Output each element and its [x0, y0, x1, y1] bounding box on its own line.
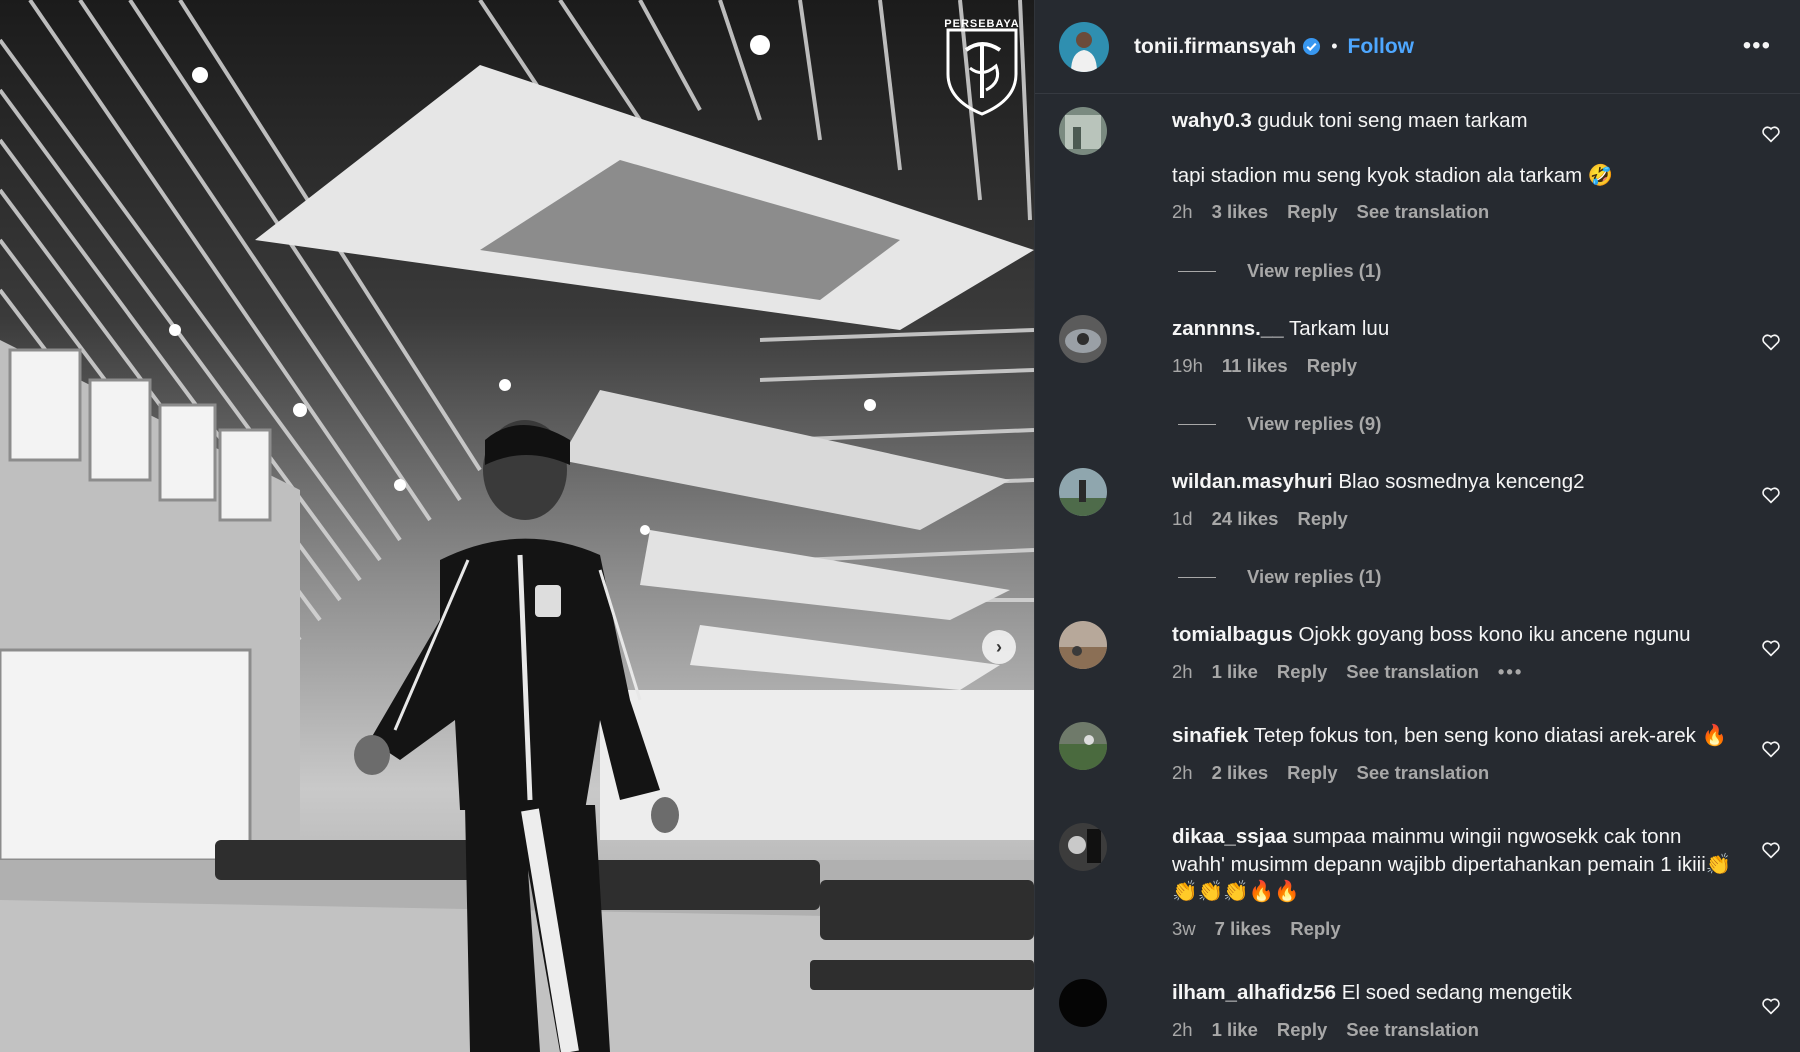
comment-list: wahy0.3 guduk toni seng maen tarkam tapi…: [1035, 94, 1800, 1052]
comment-username[interactable]: ilham_alhafidz56: [1172, 981, 1336, 1004]
comment-likes[interactable]: 1 like: [1212, 658, 1258, 686]
comment-body: sinafiek Tetep fokus ton, ben seng kono …: [1172, 722, 1732, 786]
post-photo: PERSEBAYA ›: [0, 0, 1034, 1052]
comment-text: guduk toni seng maen tarkam: [1257, 109, 1528, 132]
see-translation-button[interactable]: See translation: [1346, 658, 1479, 686]
comment-time[interactable]: 19h: [1172, 352, 1203, 380]
view-replies-label: View replies (9): [1247, 413, 1382, 434]
view-replies-button[interactable]: View replies (1): [1178, 260, 1381, 282]
comment-username[interactable]: tomialbagus: [1172, 623, 1293, 646]
comment-text: Tarkam luu: [1288, 317, 1390, 340]
comment-text: El soed sedang mengetik: [1341, 981, 1572, 1004]
replies-divider: [1178, 576, 1216, 578]
replies-divider: [1178, 423, 1216, 425]
comment-username[interactable]: wildan.masyhuri: [1172, 470, 1333, 493]
more-options-icon[interactable]: •••: [1743, 32, 1771, 60]
comment-username[interactable]: dikaa_ssjaa: [1172, 825, 1287, 848]
heart-icon[interactable]: [1761, 740, 1781, 758]
reply-button[interactable]: Reply: [1307, 352, 1357, 380]
comment-text: Ojokk goyang boss kono iku ancene ngunu: [1298, 623, 1691, 646]
verified-badge-icon: [1303, 37, 1321, 56]
comment-avatar[interactable]: [1059, 315, 1107, 363]
comment-time[interactable]: 2h: [1172, 658, 1193, 686]
comment-username[interactable]: wahy0.3: [1172, 109, 1252, 132]
see-translation-button[interactable]: See translation: [1357, 198, 1490, 226]
heart-icon[interactable]: [1761, 997, 1781, 1015]
post-viewer: PERSEBAYA › tonii.firmansyah • Follow ••…: [0, 0, 1800, 1052]
comments-panel: tonii.firmansyah • Follow ••• wahy0.3 gu…: [1034, 0, 1800, 1052]
comment-avatar[interactable]: [1059, 468, 1107, 516]
comment-meta: 2h 1 like Reply See translation: [1172, 1016, 1732, 1044]
heart-icon[interactable]: [1761, 639, 1781, 657]
comment-avatar[interactable]: [1059, 107, 1107, 155]
comment-text-continued: tapi stadion mu seng kyok stadion ala ta…: [1172, 163, 1614, 187]
comment-text: Tetep fokus ton, ben seng kono diatasi a…: [1253, 724, 1728, 747]
comment-meta: 2h 3 likes Reply See translation: [1172, 198, 1732, 226]
heart-icon[interactable]: [1761, 333, 1781, 351]
comment-body: wildan.masyhuri Blao sosmednya kenceng2 …: [1172, 468, 1732, 532]
reply-button[interactable]: Reply: [1277, 658, 1327, 686]
heart-icon[interactable]: [1761, 841, 1781, 859]
comment-meta: 2h 1 like Reply See translation •••: [1172, 658, 1732, 686]
comment-avatar[interactable]: [1059, 823, 1107, 871]
comment-options-icon[interactable]: •••: [1498, 658, 1523, 686]
comment-likes[interactable]: 2 likes: [1212, 759, 1269, 787]
reply-button[interactable]: Reply: [1277, 1016, 1327, 1044]
view-replies-button[interactable]: View replies (9): [1178, 413, 1381, 435]
view-replies-label: View replies (1): [1247, 260, 1382, 281]
replies-divider: [1178, 270, 1216, 272]
comment-body: tomialbagus Ojokk goyang boss kono iku a…: [1172, 621, 1732, 685]
comment-avatar[interactable]: [1059, 722, 1107, 770]
comment-time[interactable]: 2h: [1172, 759, 1193, 787]
reply-button[interactable]: Reply: [1287, 759, 1337, 787]
see-translation-button[interactable]: See translation: [1357, 759, 1490, 787]
crest-shield-icon: [946, 28, 1018, 116]
chevron-right-icon: ›: [996, 636, 1002, 657]
comment-body: zannnns.__ Tarkam luu 19h 11 likes Reply: [1172, 315, 1732, 379]
comment-time[interactable]: 3w: [1172, 915, 1196, 943]
view-replies-label: View replies (1): [1247, 566, 1382, 587]
comment-body: ilham_alhafidz56 El soed sedang mengetik…: [1172, 979, 1732, 1043]
comment-meta: 19h 11 likes Reply: [1172, 352, 1732, 380]
follow-button[interactable]: Follow: [1348, 35, 1415, 59]
comment-avatar[interactable]: [1059, 621, 1107, 669]
comment-time[interactable]: 2h: [1172, 1016, 1193, 1044]
comment-likes[interactable]: 11 likes: [1222, 352, 1288, 380]
comment-likes[interactable]: 24 likes: [1212, 505, 1279, 533]
heart-icon[interactable]: [1761, 125, 1781, 143]
next-image-button[interactable]: ›: [982, 630, 1016, 664]
reply-button[interactable]: Reply: [1287, 198, 1337, 226]
reply-button[interactable]: Reply: [1290, 915, 1340, 943]
comment-text: Blao sosmednya kenceng2: [1338, 470, 1585, 493]
comment-time[interactable]: 1d: [1172, 505, 1193, 533]
comment-avatar[interactable]: [1059, 979, 1107, 1027]
view-replies-button[interactable]: View replies (1): [1178, 566, 1381, 588]
comment-likes[interactable]: 3 likes: [1212, 198, 1269, 226]
author-username[interactable]: tonii.firmansyah: [1134, 35, 1296, 59]
persebaya-crest-logo: PERSEBAYA: [942, 16, 1022, 116]
reply-button[interactable]: Reply: [1297, 505, 1347, 533]
comment-meta: 2h 2 likes Reply See translation: [1172, 759, 1732, 787]
see-translation-button[interactable]: See translation: [1346, 1016, 1479, 1044]
post-header: tonii.firmansyah • Follow •••: [1035, 0, 1800, 94]
comment-body: wahy0.3 guduk toni seng maen tarkam tapi…: [1172, 107, 1732, 226]
comment-username[interactable]: zannnns.__: [1172, 317, 1284, 340]
comment-body: dikaa_ssjaa sumpaa mainmu wingii ngwosek…: [1172, 823, 1732, 942]
airport-terminal-photo: [0, 0, 1034, 1052]
header-separator: •: [1331, 36, 1338, 56]
heart-icon[interactable]: [1761, 486, 1781, 504]
comment-likes[interactable]: 7 likes: [1215, 915, 1272, 943]
comment-meta: 3w 7 likes Reply: [1172, 915, 1732, 943]
comment-time[interactable]: 2h: [1172, 198, 1193, 226]
author-avatar[interactable]: [1059, 21, 1109, 72]
comment-username[interactable]: sinafiek: [1172, 724, 1248, 747]
comment-meta: 1d 24 likes Reply: [1172, 505, 1732, 533]
crest-label: PERSEBAYA: [944, 18, 1020, 30]
comment-likes[interactable]: 1 like: [1212, 1016, 1258, 1044]
